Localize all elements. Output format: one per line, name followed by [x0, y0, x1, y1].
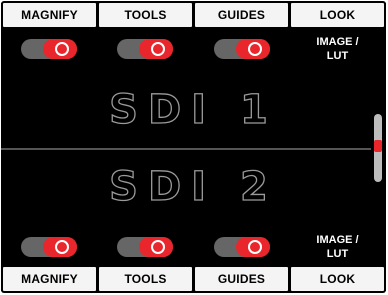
toggle-knob [150, 240, 165, 254]
magnify-toggle-slot-bottom [1, 229, 96, 265]
tab-magnify-top[interactable]: MAGNIFY [3, 3, 96, 27]
toggle-knob [247, 42, 262, 56]
guides-toggle-bottom[interactable] [213, 237, 270, 257]
top-toggle-row: IMAGE / LUT [1, 31, 386, 67]
tools-toggle-bottom[interactable] [116, 237, 173, 257]
top-tab-bar: MAGNIFY TOOLS GUIDES LOOK [1, 3, 386, 27]
tab-tools-top[interactable]: TOOLS [99, 3, 192, 27]
tab-guides-top[interactable]: GUIDES [195, 3, 288, 27]
look-label-line1: IMAGE / [316, 36, 359, 48]
magnify-toggle-top[interactable] [20, 39, 77, 59]
tab-guides-bottom[interactable]: GUIDES [195, 267, 288, 291]
look-image-lut-label-top[interactable]: IMAGE / LUT [290, 35, 385, 67]
tab-look-top[interactable]: LOOK [291, 3, 384, 27]
toggle-knob [54, 42, 69, 56]
tools-toggle-slot-bottom [97, 229, 192, 265]
tab-magnify-bottom[interactable]: MAGNIFY [3, 267, 96, 291]
tools-toggle-top[interactable] [116, 39, 173, 59]
toggle-knob [54, 240, 69, 254]
guides-toggle-top[interactable] [213, 39, 270, 59]
look-label-line1: IMAGE / [316, 234, 359, 246]
display-panel: MAGNIFY TOOLS GUIDES LOOK IMAGE / LUT SD… [1, 1, 386, 293]
bottom-tab-bar: MAGNIFY TOOLS GUIDES LOOK [1, 267, 386, 291]
bottom-toggle-row: IMAGE / LUT [1, 229, 386, 265]
look-label-line2: LUT [326, 248, 349, 260]
split-divider [1, 148, 371, 150]
guides-toggle-slot-bottom [194, 229, 289, 265]
guides-toggle-slot-top [194, 31, 289, 67]
tab-tools-bottom[interactable]: TOOLS [99, 267, 192, 291]
toggle-knob [150, 42, 165, 56]
sdi-1-label[interactable]: SDI 1 [1, 86, 386, 133]
toggle-knob [247, 240, 262, 254]
look-label-line2: LUT [326, 50, 349, 62]
look-image-lut-label-bottom[interactable]: IMAGE / LUT [290, 233, 385, 265]
tab-look-bottom[interactable]: LOOK [291, 267, 384, 291]
scrollbar-thumb[interactable] [374, 140, 382, 152]
tools-toggle-slot-top [97, 31, 192, 67]
sdi-2-label[interactable]: SDI 2 [1, 163, 386, 210]
monitor-screen: MAGNIFY TOOLS GUIDES LOOK IMAGE / LUT SD… [0, 0, 388, 295]
magnify-toggle-slot-top [1, 31, 96, 67]
magnify-toggle-bottom[interactable] [20, 237, 77, 257]
